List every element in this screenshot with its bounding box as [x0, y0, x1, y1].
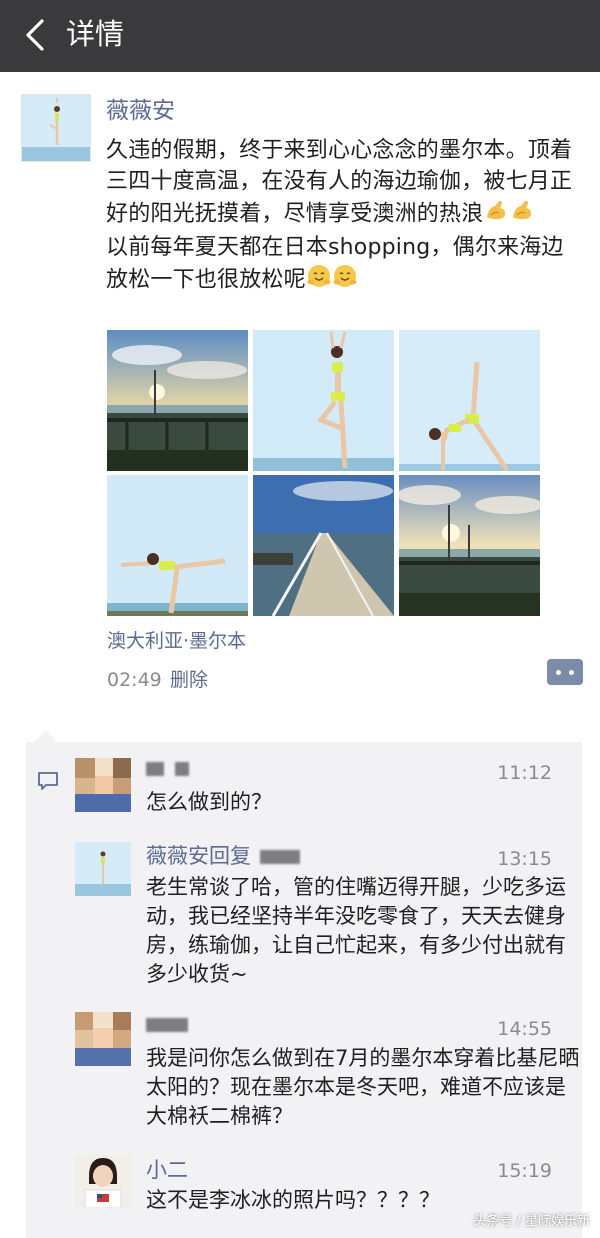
delete-button[interactable]: 删除: [170, 667, 208, 693]
comment-text: 怎么做到的？: [146, 790, 272, 814]
commenter-name[interactable]: 小二: [146, 1156, 188, 1184]
avatar-yoga-photo: [75, 842, 131, 896]
flexed-biceps-emoji-icon: [509, 197, 535, 232]
comment-time: 13:15: [497, 848, 552, 870]
commenter-avatar[interactable]: [75, 1154, 131, 1208]
post-content: 久违的假期，终于来到心心念念的墨尔本。顶着三四十度高温，在没有人的海边瑜伽，被七…: [106, 135, 584, 298]
post-time: 02:49: [107, 669, 162, 691]
comment-panel-pointer: [34, 730, 58, 742]
blurred-avatar: [75, 758, 131, 812]
commenter-name-redacted[interactable]: [146, 754, 189, 782]
comment-text: 我是问你怎么做到在7月的墨尔本穿着比基尼晒太阳的？现在墨尔本是冬天吧，难道不应该…: [146, 1046, 580, 1128]
chevron-left-icon[interactable]: [22, 18, 50, 52]
photo-grid: [107, 330, 541, 616]
commenter-name[interactable]: 薇薇安回复: [146, 842, 300, 870]
photo-yoga-standing-split[interactable]: [399, 330, 540, 471]
post-author-name[interactable]: 薇薇安: [106, 96, 175, 126]
photo-pier-morning[interactable]: [399, 475, 540, 616]
comment-time: 11:12: [497, 762, 552, 784]
photo-pier-sunset[interactable]: [107, 330, 248, 471]
commenter-avatar[interactable]: [75, 842, 131, 896]
watermark: 头条号 / 星际娱乐新: [473, 1214, 590, 1229]
title-bar: 详情: [0, 0, 600, 72]
hugging-face-emoji-icon: [306, 263, 332, 298]
commenter-avatar[interactable]: [75, 1012, 131, 1066]
dot-icon: [569, 670, 574, 675]
reply-label: 薇薇安回复: [146, 844, 251, 868]
blurred-avatar: [75, 1012, 131, 1066]
hugging-face-emoji-icon: [332, 263, 358, 298]
avatar[interactable]: [21, 94, 91, 162]
redacted-block: [259, 850, 300, 864]
avatar-girl-photo: [75, 1154, 131, 1208]
comment-text: 老生常谈了哈，管的住嘴迈得开腿，少吃多运动，我已经坚持半年没吃零食了，天天去健身…: [146, 875, 566, 986]
comment-bubble-icon: [38, 772, 58, 790]
comment-time: 14:55: [497, 1018, 552, 1040]
page-title: 详情: [66, 17, 125, 51]
photo-yoga-warrior-three[interactable]: [107, 475, 248, 616]
comment-more-button[interactable]: [547, 659, 583, 685]
redacted-block: [174, 762, 189, 776]
dot-icon: [556, 670, 561, 675]
commenter-name-redacted[interactable]: [146, 1010, 188, 1038]
commenter-avatar[interactable]: [75, 758, 131, 812]
redacted-block: [146, 1018, 188, 1032]
comment-time: 15:19: [497, 1160, 552, 1182]
photo-yoga-tree-pose[interactable]: [253, 330, 394, 471]
flexed-biceps-emoji-icon: [483, 197, 509, 232]
redacted-block: [146, 762, 164, 776]
post-location[interactable]: 澳大利亚·墨尔本: [107, 628, 246, 654]
avatar-yoga-photo: [22, 95, 90, 161]
photo-long-jetty[interactable]: [253, 475, 394, 616]
